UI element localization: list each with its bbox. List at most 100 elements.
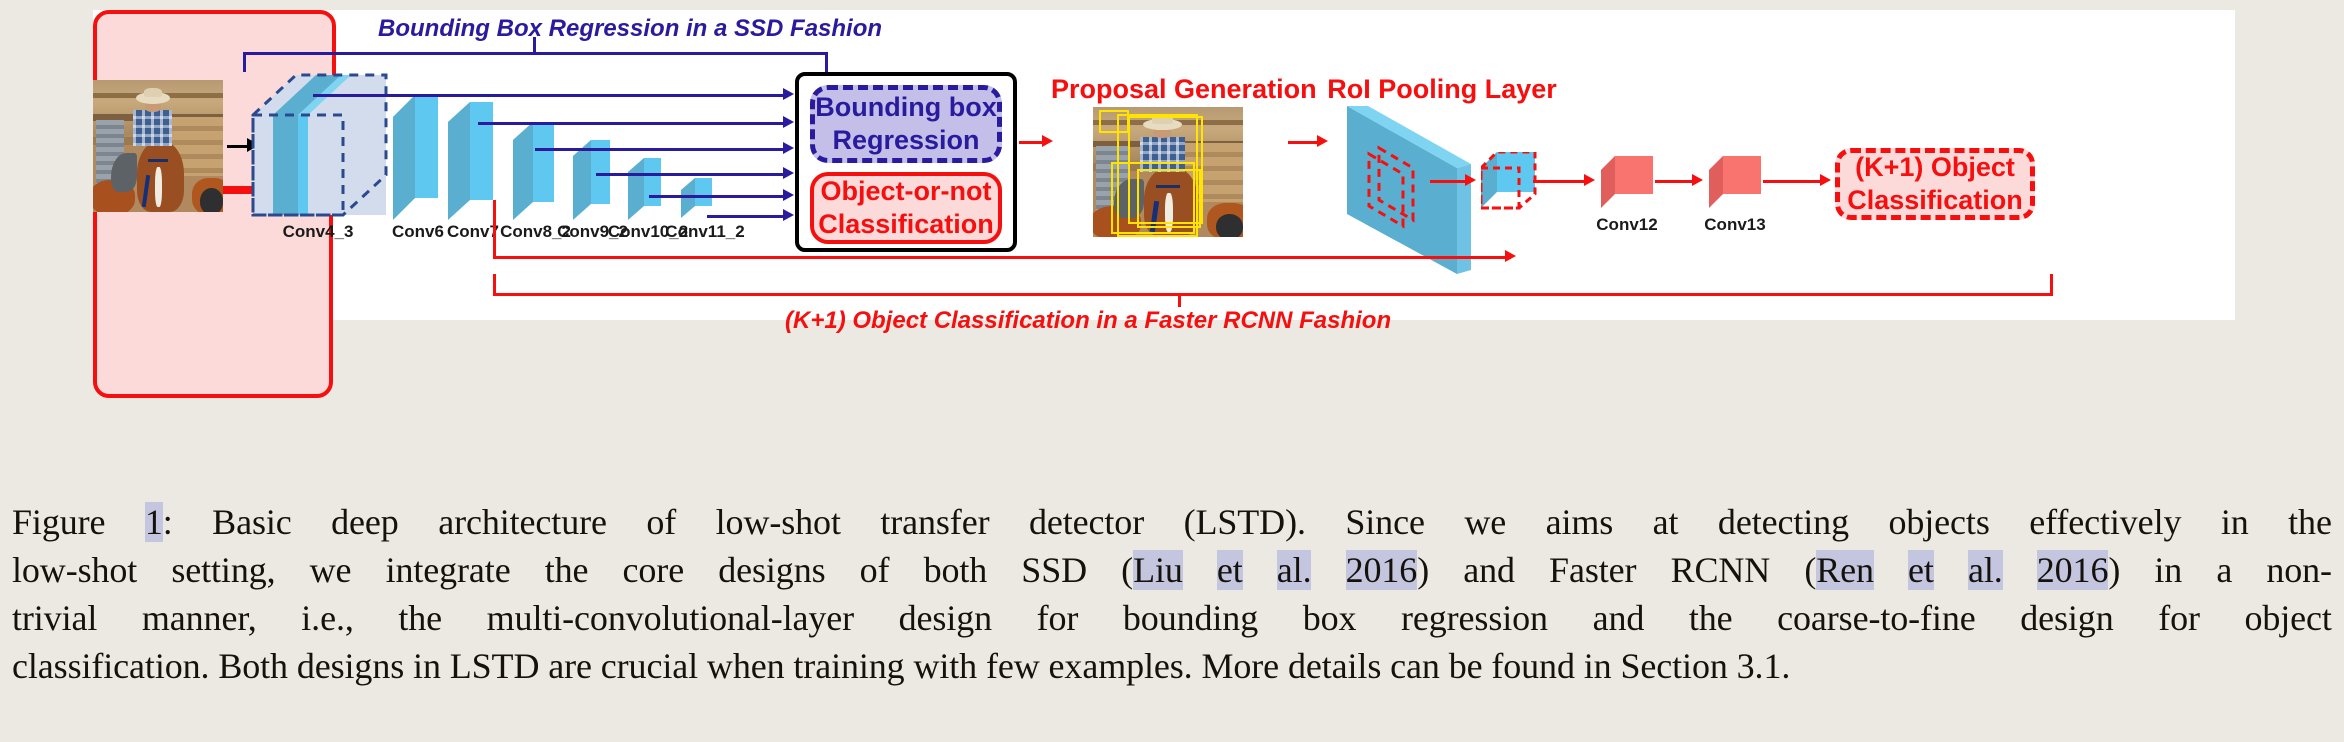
caption-line: low-shot setting, we integrate the core design… [12,546,2332,594]
caption-word: setting, [171,546,275,594]
conv7-block [448,102,493,220]
caption-text: detector [1028,502,1145,542]
conv13-label: Conv13 [1704,215,1766,234]
caption-word: al. [1276,546,1312,594]
caption-text: for [2158,598,2200,639]
feature-line-conv8_2 [535,148,788,151]
caption-text: integrate [385,550,511,591]
photo-tail [199,188,223,212]
caption-text: SSD [1021,550,1088,591]
caption-text: Figure [12,502,106,542]
photo-bridle [147,159,169,162]
caption-word: designs [718,546,825,594]
caption-text: design [2020,598,2114,639]
caption-text: (LSTD). [1183,502,1306,542]
caption-text: we [309,550,352,591]
proposal-box [1136,169,1201,228]
caption-word: the [2288,498,2332,546]
caption-text: the [1688,598,1733,639]
caption-highlight: et [1216,550,1243,591]
caption-word: design [899,594,992,642]
conv12-to-conv13-arrow [1692,174,1703,186]
caption-highlight: 1 [144,502,163,542]
caption-word: and [1463,546,1515,594]
caption-word: integrate [386,546,511,594]
faster-rcnn-bracket-center-tick [1178,293,1181,307]
photo-rider-shirt [133,110,173,146]
caption-highlight: et [1908,550,1934,591]
caption-word: manner, [142,594,257,642]
caption-word: the [398,594,442,642]
caption-word: Basic [212,498,292,546]
roi-inner-line [1430,180,1470,183]
ssd-branch-caption: Bounding Box Regression in a SSD Fashion [378,15,883,42]
caption-text: classification. Both designs in LSTD are… [12,646,1791,687]
feature-arrow-conv4_3 [783,88,794,100]
object-or-not-line1: Object-or-not [820,176,992,207]
caption-word: Since [1345,498,1425,546]
caption-word: for [1037,594,1079,642]
caption-text: designs [718,550,826,591]
caption-word: we [310,546,352,594]
caption-word: transfer [880,498,989,546]
proposal-image [1093,107,1243,237]
caption-highlight: al. [1276,550,1312,591]
caption-word: (LSTD). [1184,498,1306,546]
caption-line: classification. Both designs in LSTD are… [12,642,2332,690]
caption-text: objects [1888,502,1990,542]
caption-text: ( [1121,550,1134,591]
input-image [93,80,223,212]
caption-word: trivial [12,594,97,642]
bbox-regression-line2: Regression [832,125,980,155]
caption-text: deep [331,502,399,542]
caption-text: low-shot [715,502,841,542]
caption-text: coarse-to-fine [1777,598,1976,639]
caption-text: for [1036,598,1079,639]
caption-word: core [623,546,685,594]
caption-word: SSD [1021,546,1087,594]
conv4_3-label: Conv4_3 [282,222,354,241]
caption-text: low-shot [12,550,138,591]
roi-feature-map [1347,106,1471,274]
caption-text: Since [1345,502,1425,542]
figure-panel: Bounding Box Regression in a SSD Fashion [93,10,2235,398]
caption-text: regression [1401,598,1548,639]
caption-word: aims [1546,498,1614,546]
caption-word: regression [1401,594,1548,642]
caption-text: ) [2108,550,2121,591]
caption-text: non- [2266,550,2332,591]
caption-text: of [646,502,677,542]
caption-word: 2016) [1345,546,1429,594]
feature-arrow-conv7 [783,116,794,128]
caption-word: in [2154,546,2182,594]
caption-text: at [1652,502,1679,542]
roi-pooling-title: RoI Pooling Layer [1327,74,1557,104]
photo-tail [1216,213,1243,237]
conv6-block [393,95,438,220]
caption-text: a [2216,550,2233,591]
caption-word: et [1216,546,1243,594]
caption-word: deep [331,498,399,546]
caption-word: at [1653,498,1679,546]
caption-word: object [2244,594,2331,642]
conv12-to-conv13-line [1655,180,1697,183]
caption-word: low-shot [716,498,841,546]
roi-to-conv12-arrow [1584,174,1595,186]
caption-word: of [646,498,676,546]
caption-word: 1: [144,498,173,546]
proposal-generation-title: Proposal Generation [1051,74,1317,104]
caption-word: for [2158,594,2200,642]
k-plus-1-line2: Classification [1847,185,2023,215]
object-or-not-line2: Classification [818,209,994,239]
caption-word: multi-convolutional-layer [487,594,855,642]
caption-highlight: 2016 [1345,550,1418,591]
caption-word: al. [1967,546,2003,594]
feature-arrow-conv8_2 [783,142,794,154]
caption-text: detecting [1717,502,1849,542]
caption-word: Figure [12,498,105,546]
faster-rcnn-bracket-right-tick [2050,274,2053,294]
ssd-bracket-left-tick [243,52,246,72]
proposal-to-roi-arrow [1317,135,1328,147]
conv7-to-roi-arrow [1505,250,1516,262]
caption-word: et [1908,546,1934,594]
